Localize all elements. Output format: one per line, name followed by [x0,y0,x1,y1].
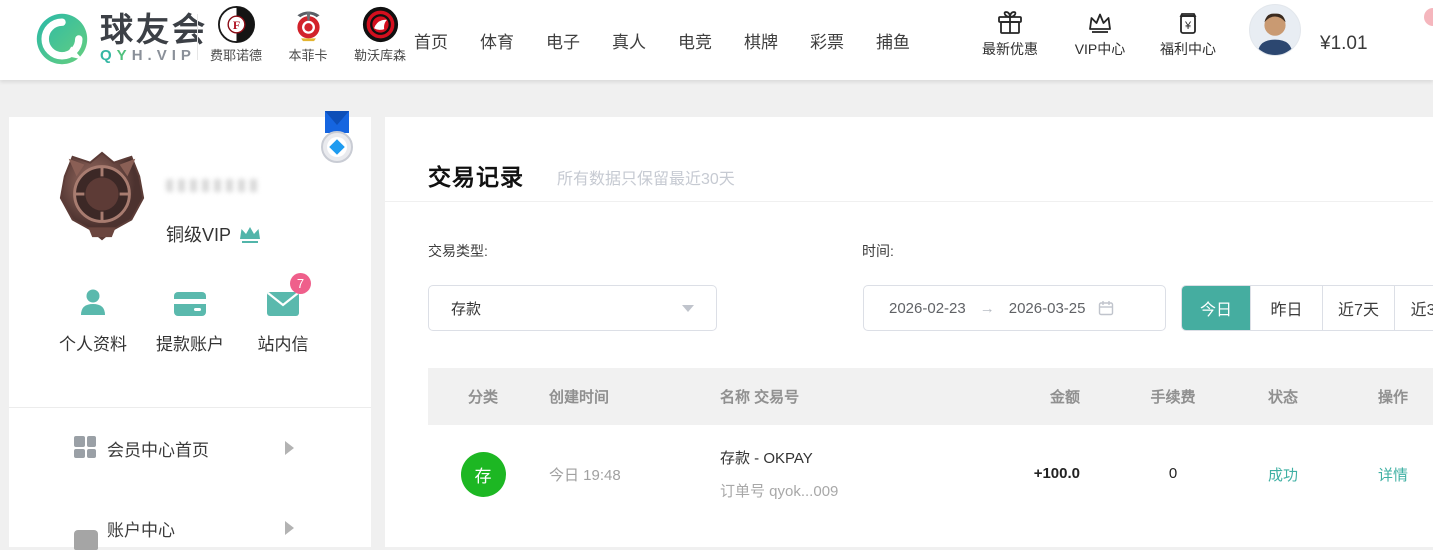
user-icon [78,287,108,317]
sidebar-item-withdraw-account[interactable]: 提款账户 [142,283,238,355]
nav-esports[interactable]: 电竞 [663,28,727,53]
col-action: 操作 [1338,386,1433,407]
vip-medal-icon [317,111,357,171]
vip-crown-icon [239,225,261,243]
sidebar-divider [9,407,371,408]
col-category: 分类 [428,386,538,407]
nav-live[interactable]: 真人 [597,28,661,53]
main-nav: 首页 体育 电子 真人 电竞 棋牌 彩票 捕鱼 [398,0,926,80]
col-status: 状态 [1228,386,1338,407]
range-yesterday-button[interactable]: 昨日 [1250,286,1322,330]
page-title: 交易记录 [428,158,524,192]
member-sidebar: 铜级VIP 个人资料 提款账户 7 [9,117,371,547]
details-link[interactable]: 详情 [1378,467,1408,484]
table-header-row: 分类 创建时间 名称 交易号 金额 手续费 状态 操作 [428,368,1433,425]
col-created: 创建时间 [538,386,698,407]
transaction-name: 存款 - OKPAY [720,447,1008,468]
gift-icon [997,10,1023,36]
leverkusen-logo-icon [362,6,399,43]
partner-feyenoord[interactable]: F 费耶诺德 [208,6,264,64]
sidebar-item-messages[interactable]: 7 站内信 [235,283,331,355]
brand-name: 球友会 [100,14,208,46]
sponsor-logos: F 费耶诺德 本菲卡 勒沃库森 [208,6,408,64]
vip-center-link[interactable]: VIP中心 [1062,10,1138,59]
sidebar-item-member-home[interactable]: 会员中心首页 [9,428,371,468]
nav-lottery[interactable]: 彩票 [795,28,859,53]
vip-level-emblem [55,147,149,243]
page-subtitle: 所有数据只保留最近30天 [557,165,735,189]
transaction-type-select[interactable]: 存款 [428,285,717,331]
time-filter-label: 时间: [862,241,894,261]
transaction-order-id: 订单号 qyok...009 [720,480,1008,501]
bank-card-icon [173,291,207,317]
transaction-records-panel: 交易记录 所有数据只保留最近30天 交易类型: 时间: 存款 2026-02-2… [385,117,1433,547]
selected-type: 存款 [451,298,481,319]
created-time: 今日 19:48 [549,467,621,484]
coin-jar-icon: ¥ [1175,10,1201,36]
transaction-fee: 0 [1169,465,1177,482]
username-obscured [166,179,261,192]
status-badge: 成功 [1268,467,1298,484]
transactions-table: 分类 创建时间 名称 交易号 金额 手续费 状态 操作 存 今日 19:48 存… [428,368,1433,523]
chevron-right-icon [285,521,294,535]
wallet-icon [74,516,98,540]
site-logo[interactable]: 球友会 QYH.VIP [34,11,208,67]
vip-level-label: 铜级VIP [166,221,231,247]
avatar-photo [1250,5,1300,55]
nav-sports[interactable]: 体育 [465,28,529,53]
promo-link[interactable]: 最新优惠 [972,10,1048,59]
col-fee: 手续费 [1118,386,1228,407]
nav-cards[interactable]: 棋牌 [729,28,793,53]
quick-range-group: 今日 昨日 近7天 近30天 [1181,285,1433,331]
dashboard-grid-icon [74,436,98,460]
deposit-badge: 存 [461,452,506,497]
brand-logo-icon [34,11,90,67]
calendar-icon [1098,300,1114,316]
range-arrow-icon: → [980,300,995,317]
date-range-input[interactable]: 2026-02-23 → 2026-03-25 [863,285,1166,331]
title-divider [385,201,1433,202]
table-row: 存 今日 19:48 存款 - OKPAY 订单号 qyok...009 +10… [428,425,1433,523]
user-avatar[interactable] [1249,4,1301,56]
nav-home[interactable]: 首页 [399,28,463,53]
col-name-txid: 名称 交易号 [698,386,1008,407]
top-header: 球友会 QYH.VIP F 费耶诺德 本菲卡 [0,0,1433,80]
unread-badge: 7 [290,273,311,294]
feyenoord-logo-icon: F [218,6,255,43]
chevron-right-icon [285,441,294,455]
partner-benfica[interactable]: 本菲卡 [280,6,336,64]
header-divider [197,14,198,60]
range-today-button[interactable]: 今日 [1182,286,1250,330]
date-to: 2026-03-25 [1009,300,1086,317]
brand-domain: QYH.VIP [100,48,208,64]
mail-icon [266,291,300,317]
svg-text:F: F [232,18,239,32]
type-filter-label: 交易类型: [428,241,488,261]
nav-fishing[interactable]: 捕鱼 [861,28,925,53]
date-from: 2026-02-23 [889,300,966,317]
col-amount: 金额 [1008,386,1118,407]
chevron-down-icon [682,305,694,312]
nav-slots[interactable]: 电子 [531,28,595,53]
sidebar-item-account-center[interactable]: 账户中心 [9,508,371,548]
svg-text:¥: ¥ [1184,20,1192,32]
account-balance: ¥1.01 [1320,33,1368,55]
floating-widget-partial[interactable] [1424,8,1433,26]
welfare-center-link[interactable]: ¥ 福利中心 [1150,10,1226,59]
range-30days-button[interactable]: 近30天 [1394,286,1433,330]
benfica-logo-icon [290,6,327,43]
sidebar-item-profile[interactable]: 个人资料 [45,283,141,355]
crown-icon [1087,10,1113,36]
transaction-amount: +100.0 [1034,465,1080,482]
range-7days-button[interactable]: 近7天 [1322,286,1394,330]
